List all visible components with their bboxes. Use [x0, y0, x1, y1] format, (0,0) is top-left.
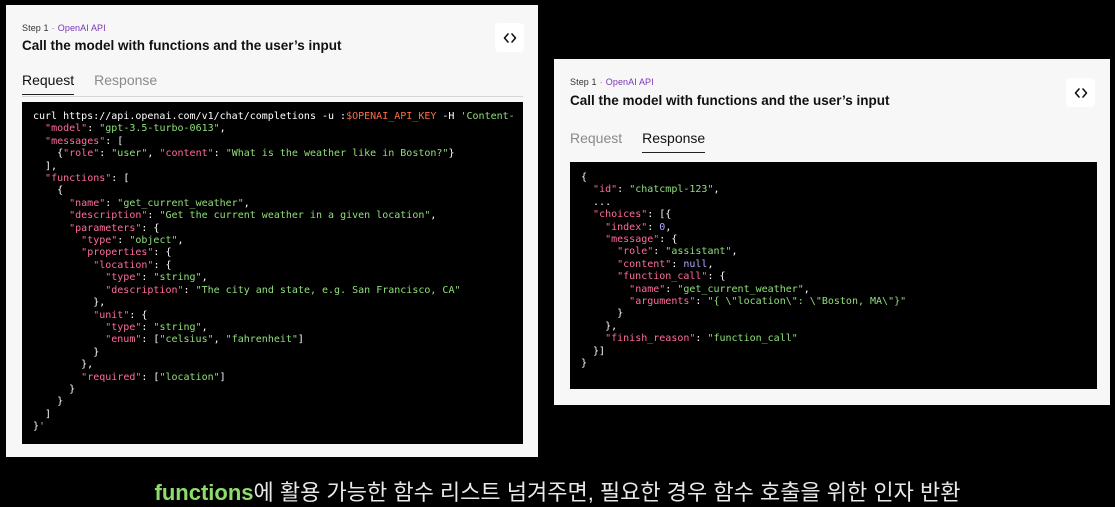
step-source: OpenAI API	[605, 77, 654, 87]
request-code-block: curl https://api.openai.com/v1/chat/comp…	[22, 102, 523, 444]
code-toggle-button[interactable]	[1066, 78, 1095, 107]
code-line: "name": "get_current_weather",	[69, 197, 250, 209]
code-line: {	[581, 172, 588, 183]
code-line: }	[33, 346, 100, 358]
response-card: Step 1 · OpenAI API Call the model with fu…	[554, 59, 1110, 405]
code-toggle-button[interactable]	[495, 23, 524, 52]
code-line: "location": {	[93, 259, 172, 271]
card-title: Call the model with functions and the us…	[570, 93, 890, 108]
code-line: "id": "chatcmpl-123",	[593, 184, 720, 196]
code-line: "description": "The city and state, e.g.…	[105, 284, 461, 296]
code-line: "function_call": {	[617, 271, 726, 283]
code-line: "description": "Get the current weather …	[69, 210, 437, 222]
code-line: "role": "assistant",	[617, 246, 738, 258]
code-line: "type": "string",	[105, 272, 208, 284]
code-line: }	[33, 396, 64, 408]
caption-text: 에 활용 가능한 함수 리스트 넘겨주면, 필요한 경우 함수 호출을 위한 인…	[253, 480, 961, 505]
code-line: "choices": [{	[593, 209, 672, 221]
caption-highlight: functions	[154, 480, 254, 505]
tab-response[interactable]: Response	[94, 72, 157, 95]
code-line: "required": ["location"]	[81, 371, 226, 383]
code-line: },	[33, 359, 94, 371]
code-line: "type": "object",	[81, 235, 184, 247]
code-brackets-icon	[503, 32, 516, 43]
request-card: Step 1 · OpenAI API Call the model with fu…	[6, 5, 538, 457]
subtitle-caption: functions에 활용 가능한 함수 리스트 넘겨주면, 필요한 경우 함수…	[0, 475, 1115, 507]
step-source: OpenAI API	[57, 23, 106, 33]
tab-response[interactable]: Response	[642, 130, 706, 153]
code-line: }	[581, 358, 588, 370]
code-line: ...	[581, 196, 612, 208]
tab-divider	[22, 96, 523, 97]
tab-bar: Request Response	[22, 72, 177, 95]
code-line: },	[581, 320, 618, 332]
code-line: "unit": {	[93, 309, 148, 321]
tab-request[interactable]: Request	[22, 72, 75, 95]
code-line: curl https://api.openai.com/v1/chat/comp…	[33, 111, 515, 122]
step-label: Step 1 · OpenAI API	[570, 77, 654, 87]
code-line: }'	[33, 421, 46, 433]
code-line: "properties": {	[81, 247, 172, 259]
step-number: Step 1	[570, 77, 597, 87]
code-line: "enum": ["celsius", "fahrenheit"]	[105, 334, 304, 346]
code-line: }	[581, 308, 624, 320]
code-line: "messages": [	[45, 135, 124, 147]
code-line: "functions": [	[45, 173, 130, 185]
code-line: "finish_reason": "function_call"	[605, 333, 798, 345]
code-line: "parameters": {	[69, 222, 160, 234]
tab-request[interactable]: Request	[570, 130, 622, 153]
tab-bar: Request Response	[570, 130, 725, 153]
code-line: "arguments": "{ \"location\": \"Boston, …	[629, 296, 907, 308]
code-line: "type": "string",	[105, 321, 208, 333]
code-line: "model": "gpt-3.5-turbo-0613",	[45, 123, 226, 135]
code-line: }	[33, 383, 76, 395]
code-line: {"role": "user", "content": "What is the…	[33, 148, 455, 160]
card-title: Call the model with functions and the us…	[22, 38, 342, 53]
code-line: {	[33, 185, 64, 197]
code-line: "content": null,	[617, 258, 714, 270]
code-line: ],	[33, 160, 58, 172]
code-line: "message": {	[605, 234, 678, 246]
code-line: "index": 0,	[605, 221, 672, 233]
code-line: }]	[581, 345, 606, 357]
response-code-block: { "id": "chatcmpl-123", ... "choices": […	[570, 162, 1097, 389]
code-line: ]	[33, 408, 52, 420]
step-label: Step 1 · OpenAI API	[22, 23, 106, 33]
step-number: Step 1	[22, 23, 49, 33]
code-line: "name": "get_current_weather",	[629, 283, 810, 295]
code-brackets-icon	[1074, 87, 1087, 98]
code-line: },	[33, 297, 106, 309]
